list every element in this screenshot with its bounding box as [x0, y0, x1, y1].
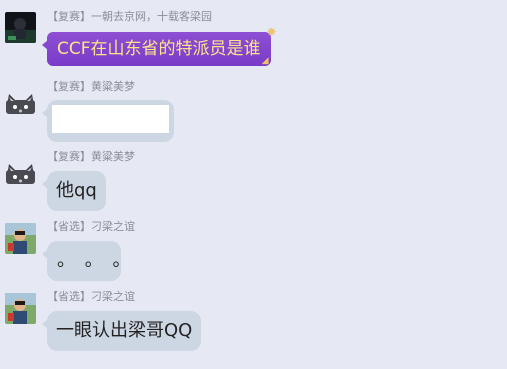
- message-text: 他qq: [56, 180, 97, 201]
- message-bubble[interactable]: 一眼认出梁哥QQ: [41, 311, 202, 351]
- corner-dot-icon: ◢: [261, 56, 269, 66]
- sender-name: 【复赛】黄粱美梦: [47, 80, 135, 93]
- person-avatar[interactable]: [5, 293, 36, 324]
- image-preview[interactable]: [52, 105, 169, 133]
- sender-name: 【省选】刁梁之谊: [47, 290, 135, 303]
- sender-name: 【复赛】黄粱美梦: [47, 150, 135, 163]
- message-bubble[interactable]: 。 。 。: [42, 241, 130, 281]
- cat-avatar[interactable]: [5, 88, 36, 119]
- cat-avatar[interactable]: [5, 158, 36, 189]
- sender-name: 【省选】刁梁之谊: [47, 220, 135, 233]
- message-text: CCF在山东省的特派员是谁: [57, 39, 261, 59]
- sparkle-icon: ✸: [266, 25, 277, 39]
- message-text: 。 。 。: [57, 250, 133, 271]
- message-bubble[interactable]: 他qq: [42, 171, 106, 211]
- sender-name: 【复赛】一朝去京网，十载客梁园: [47, 10, 212, 23]
- person-avatar[interactable]: [5, 223, 36, 254]
- image-message-bubble[interactable]: [42, 100, 174, 142]
- message-text: 一眼认出梁哥QQ: [56, 320, 193, 341]
- dark-portrait-avatar[interactable]: [5, 12, 36, 43]
- message-bubble[interactable]: CCF在山东省的特派员是谁 ✸ ◢: [42, 26, 277, 66]
